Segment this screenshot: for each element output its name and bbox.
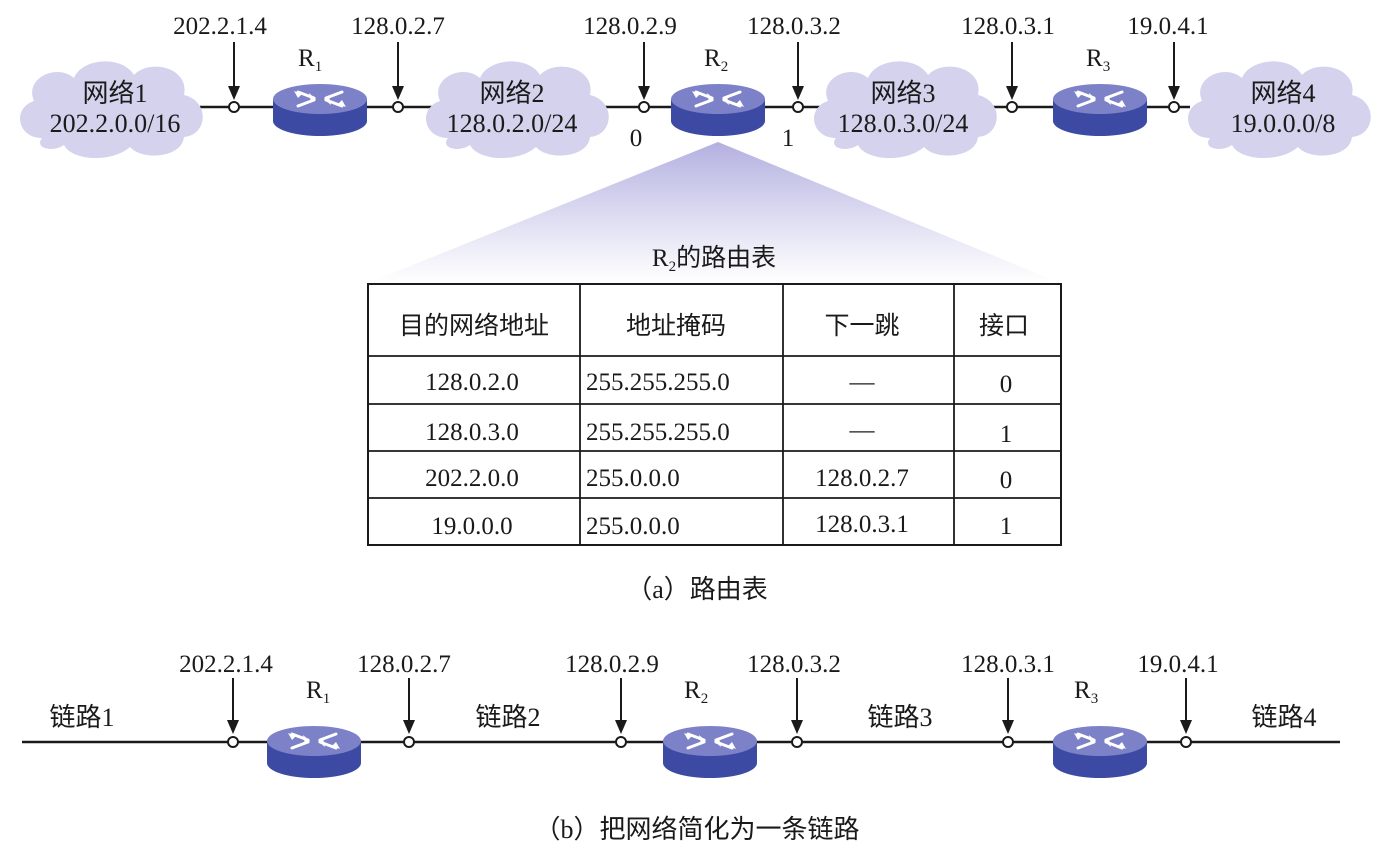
router-r1-label: R1 — [306, 677, 330, 707]
port-b-5 — [1002, 736, 1014, 748]
table-cell: 0 — [1000, 467, 1013, 494]
table-cell: 128.0.3.1 — [815, 511, 909, 538]
table-cell: 1 — [1000, 421, 1013, 448]
table-cell: 255.255.255.0 — [586, 419, 730, 446]
arrow-a-3 — [638, 86, 650, 100]
table-cell: — — [849, 369, 876, 396]
port-a-3 — [638, 101, 650, 113]
table-cell: 19.0.0.0 — [431, 513, 512, 540]
router-r2-label: R2 — [684, 677, 708, 707]
network-2-prefix: 128.0.2.0/24 — [447, 109, 578, 138]
network-routing-diagram: 网络1 202.2.0.0/16 网络2 128.0.2.0/24 网络3 12… — [0, 0, 1395, 858]
router-r1-label: R1 — [298, 45, 322, 75]
arrow-b-4 — [791, 720, 803, 734]
network-1-name: 网络1 — [82, 79, 147, 108]
link-1-label: 链路1 — [49, 703, 114, 732]
table-cell: 202.2.0.0 — [425, 465, 519, 492]
port-b-2 — [403, 736, 415, 748]
router-r3-label: R3 — [1086, 45, 1110, 75]
caption-a: （a）路由表 — [626, 575, 768, 604]
address-b-5: 128.0.3.1 — [961, 651, 1055, 678]
arrow-a-5 — [1006, 86, 1018, 100]
port-a-5 — [1006, 101, 1018, 113]
port-b-3 — [615, 736, 627, 748]
address-a-6: 19.0.4.1 — [1127, 13, 1208, 40]
router-r2-icon — [669, 82, 767, 138]
port-a-6 — [1168, 101, 1180, 113]
table-header-destination: 目的网络地址 — [399, 312, 549, 340]
table-header-next-hop: 下一跳 — [824, 312, 899, 340]
part-a: 网络1 202.2.0.0/16 网络2 128.0.2.0/24 网络3 12… — [20, 13, 1371, 604]
port-b-6 — [1180, 736, 1192, 748]
router-r2-icon — [661, 724, 759, 780]
router-r3-icon — [1051, 724, 1149, 780]
arrow-b-5 — [1002, 720, 1014, 734]
arrow-a-6 — [1168, 86, 1180, 100]
table-cell: 0 — [1000, 371, 1013, 398]
address-b-3: 128.0.2.9 — [565, 651, 659, 678]
link-2-label: 链路2 — [475, 703, 540, 732]
address-a-2: 128.0.2.7 — [351, 13, 445, 40]
table-cell: 128.0.2.7 — [815, 465, 909, 492]
link-3-label: 链路3 — [867, 703, 932, 732]
arrow-b-1 — [227, 720, 239, 734]
address-b-4: 128.0.3.2 — [747, 651, 841, 678]
address-a-1: 202.2.1.4 — [173, 13, 267, 40]
network-4-name: 网络4 — [1250, 79, 1315, 108]
interface-0-label: 0 — [630, 125, 643, 152]
arrow-b-3 — [615, 720, 627, 734]
port-a-4 — [792, 101, 804, 113]
part-b: R1 R2 R3 202.2.1.4 128.0.2.7 128.0.2.9 1… — [22, 651, 1340, 844]
port-b-4 — [791, 736, 803, 748]
routing-table: 目的网络地址 地址掩码 下一跳 接口 128.0.2.0 255.255.255… — [367, 283, 1062, 546]
table-cell: — — [849, 417, 876, 444]
caption-b: （b）把网络简化为一条链路 — [534, 815, 859, 844]
router-r1-icon — [265, 724, 363, 780]
network-3-prefix: 128.0.3.0/24 — [838, 109, 969, 138]
port-a-2 — [392, 101, 404, 113]
table-cell: 128.0.3.0 — [425, 419, 519, 446]
port-b-1 — [227, 736, 239, 748]
arrow-b-6 — [1180, 720, 1192, 734]
network-4-prefix: 19.0.0.0/8 — [1231, 109, 1336, 138]
router-r3-icon — [1051, 82, 1149, 138]
arrow-a-1 — [228, 86, 240, 100]
router-r2-label: R2 — [704, 45, 728, 75]
link-4-label: 链路4 — [1251, 703, 1316, 732]
table-header-mask: 地址掩码 — [626, 312, 726, 340]
arrow-a-2 — [392, 86, 404, 100]
router-r3-label: R3 — [1074, 677, 1098, 707]
table-cell: 1 — [1000, 513, 1013, 540]
address-b-6: 19.0.4.1 — [1137, 651, 1218, 678]
network-3-name: 网络3 — [870, 79, 935, 108]
table-cell: 255.0.0.0 — [586, 513, 680, 540]
network-1-prefix: 202.2.0.0/16 — [50, 109, 181, 138]
router-r1-icon — [271, 82, 369, 138]
address-b-1: 202.2.1.4 — [179, 651, 273, 678]
port-a-1 — [228, 101, 240, 113]
table-cell: 255.0.0.0 — [586, 465, 680, 492]
address-a-4: 128.0.3.2 — [747, 13, 841, 40]
arrow-a-4 — [792, 86, 804, 100]
network-2-name: 网络2 — [479, 79, 544, 108]
table-header-interface: 接口 — [979, 312, 1029, 340]
interface-1-label: 1 — [782, 125, 795, 152]
arrow-b-2 — [403, 720, 415, 734]
address-b-2: 128.0.2.7 — [357, 651, 451, 678]
address-a-3: 128.0.2.9 — [583, 13, 677, 40]
table-cell: 255.255.255.0 — [586, 369, 730, 396]
address-a-5: 128.0.3.1 — [961, 13, 1055, 40]
table-cell: 128.0.2.0 — [425, 369, 519, 396]
